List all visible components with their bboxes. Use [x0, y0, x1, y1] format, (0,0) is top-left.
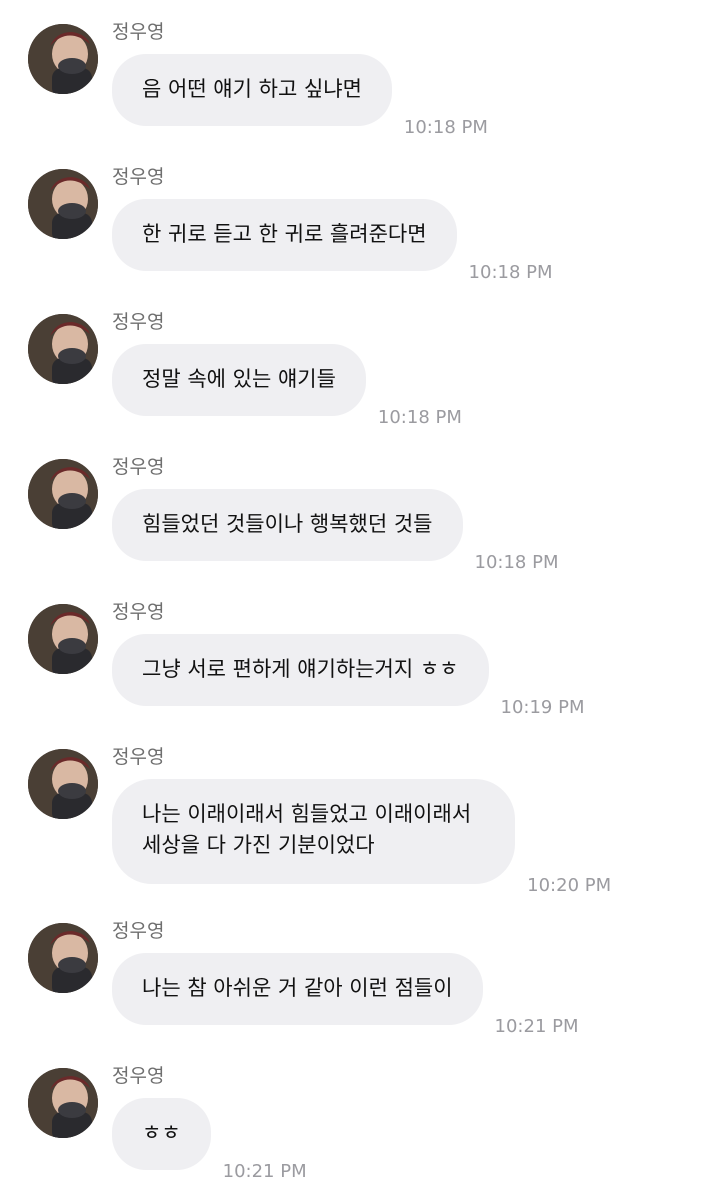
message-bubble[interactable]: 그냥 서로 편하게 얘기하는거지 ㅎㅎ	[112, 634, 489, 706]
message-bubble[interactable]: 나는 이래이래서 힘들었고 이래이래서 세상을 다 가진 기분이었다	[112, 779, 516, 884]
avatar[interactable]	[28, 604, 98, 674]
avatar[interactable]	[28, 314, 98, 384]
message-bubble[interactable]: 음 어떤 얘기 하고 싶냐면	[112, 54, 392, 126]
message-time: 10:21 PM	[494, 1016, 579, 1037]
sender-name: 정우영	[112, 166, 165, 188]
message-bubble[interactable]: 한 귀로 듣고 한 귀로 흘려준다면	[112, 199, 457, 271]
avatar-image	[28, 749, 98, 819]
sender-name: 정우영	[112, 746, 165, 768]
message-bubble[interactable]: 나는 참 아쉬운 거 같아 이런 점들이	[112, 953, 483, 1025]
avatar-image	[28, 923, 98, 993]
message-bubble[interactable]: 힘들었던 것들이나 행복했던 것들	[112, 489, 463, 561]
message-bubble[interactable]: 정말 속에 있는 얘기들	[112, 344, 366, 416]
message-time: 10:18 PM	[377, 407, 462, 428]
avatar-image	[28, 459, 98, 529]
avatar-image	[28, 1068, 98, 1138]
avatar-image	[28, 314, 98, 384]
sender-name: 정우영	[112, 920, 165, 942]
avatar[interactable]	[28, 169, 98, 239]
avatar[interactable]	[28, 24, 98, 94]
avatar-image	[28, 604, 98, 674]
message-line: 세상을 다 가진 기분이었다	[142, 833, 375, 857]
sender-name: 정우영	[112, 21, 165, 43]
avatar-image	[28, 24, 98, 94]
sender-name: 정우영	[112, 456, 165, 478]
avatar[interactable]	[28, 749, 98, 819]
message-time: 10:18 PM	[403, 117, 488, 138]
message-time: 10:21 PM	[222, 1161, 307, 1182]
message-line: 나는 이래이래서 힘들었고 이래이래서	[142, 802, 472, 826]
sender-name: 정우영	[112, 1065, 165, 1087]
message-time: 10:18 PM	[474, 552, 559, 573]
avatar[interactable]	[28, 923, 98, 993]
sender-name: 정우영	[112, 601, 165, 623]
avatar-image	[28, 169, 98, 239]
avatar[interactable]	[28, 1068, 98, 1138]
sender-name: 정우영	[112, 311, 165, 333]
message-time: 10:20 PM	[527, 875, 612, 896]
message-time: 10:18 PM	[468, 262, 553, 283]
message-time: 10:19 PM	[500, 697, 585, 718]
avatar[interactable]	[28, 459, 98, 529]
message-bubble[interactable]: ㅎㅎ	[112, 1098, 211, 1170]
